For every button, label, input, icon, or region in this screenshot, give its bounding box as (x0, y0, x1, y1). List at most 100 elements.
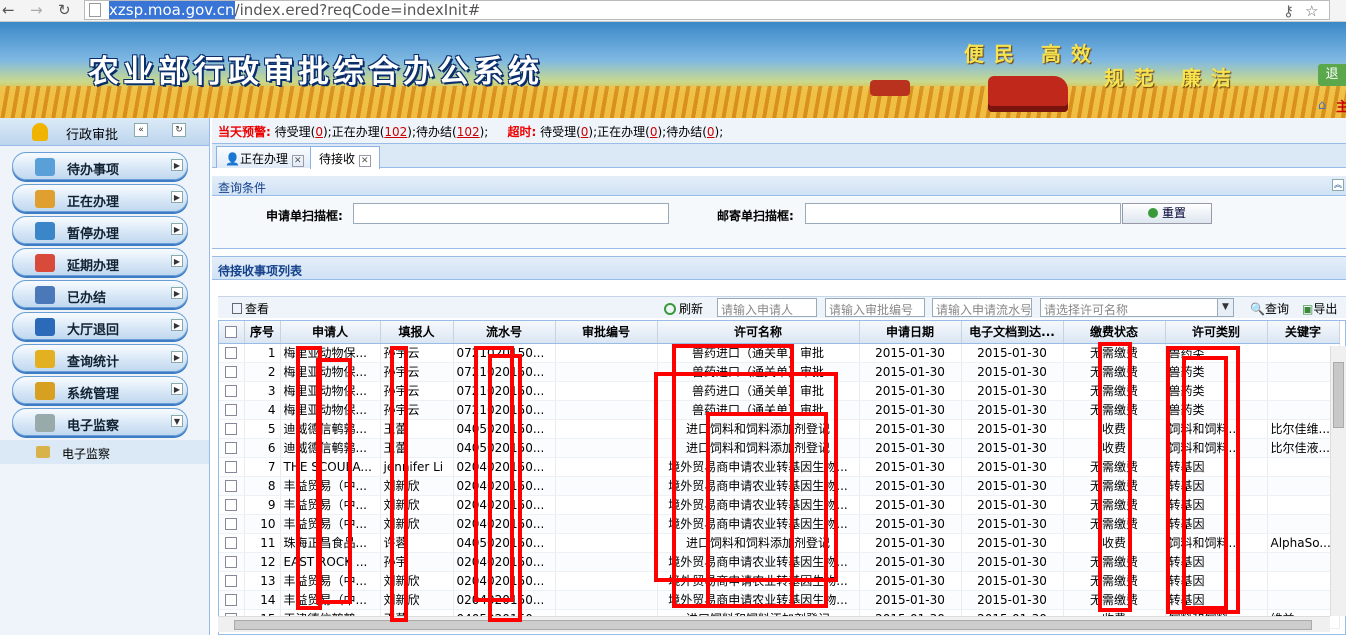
column-header[interactable]: 申请日期 (859, 321, 962, 344)
sidebar-item-done[interactable]: 已办结 ▶ (12, 280, 188, 308)
refresh-button[interactable]: 刷新 (664, 300, 703, 317)
row-checkbox-cell[interactable] (219, 514, 245, 534)
refresh-small-icon[interactable]: ↻ (172, 123, 186, 137)
applicant-search-input[interactable]: 请输入申请人 (717, 298, 817, 317)
column-header[interactable]: 申请人 (280, 321, 381, 344)
forward-arrow-icon[interactable]: → (30, 1, 43, 19)
table-row[interactable]: 8 丰益贸易（中... 刘新欣 0204020150... 境外贸易商申请农业转基因生物… (219, 476, 1340, 496)
checkbox-icon[interactable] (225, 574, 238, 587)
row-checkbox-cell[interactable] (219, 400, 245, 420)
table-row[interactable]: 6 迪威德信鹌鹑... 王蕾 0405020150... 进口饲料和饲料添加剂登记 201… (219, 438, 1340, 458)
checkbox-icon[interactable] (225, 422, 238, 435)
view-button[interactable]: 查看 (232, 300, 269, 317)
row-checkbox-cell[interactable] (219, 457, 245, 477)
table-row[interactable]: 10 丰益贸易（中... 刘新欣 0204020150... 境外贸易商申请农业转基因生… (219, 514, 1340, 534)
table-row[interactable]: 2 梅里亚动物保... 孙宇云 0721020150... 兽药进口（通关单）审批 201… (219, 362, 1340, 382)
bookmark-star-icon[interactable]: ☆ (1305, 2, 1318, 20)
row-checkbox-cell[interactable] (219, 438, 245, 458)
export-button[interactable]: ▣导出 (1302, 300, 1337, 317)
serial-no-search-input[interactable]: 请输入申请流水号 (932, 298, 1032, 317)
checkbox-icon[interactable] (225, 325, 238, 338)
checkbox-icon[interactable] (225, 498, 238, 511)
checkbox-icon[interactable] (225, 555, 238, 568)
reset-button[interactable]: 重置 (1122, 203, 1212, 224)
sidebar-item-paused[interactable]: 暂停办理 ▶ (12, 216, 188, 244)
today-processing-count[interactable]: 102 (384, 125, 407, 139)
overdue-closing-count[interactable]: 0 (707, 125, 715, 139)
collapse-left-icon[interactable]: « (134, 123, 148, 137)
today-closing-count[interactable]: 102 (457, 125, 480, 139)
expand-arrow-icon[interactable]: ▶ (171, 287, 183, 299)
column-header[interactable]: 许可名称 (657, 321, 860, 344)
horizontal-scrollbar[interactable] (218, 616, 1330, 632)
sidebar-item-stats[interactable]: 查询统计 ▶ (12, 344, 188, 372)
checkbox-icon[interactable] (225, 365, 238, 378)
home-link[interactable]: 主 (1336, 96, 1346, 115)
mail-scan-input[interactable] (805, 203, 1121, 224)
column-header[interactable]: 填报人 (380, 321, 454, 344)
expand-arrow-icon[interactable]: ▶ (171, 319, 183, 331)
checkbox-icon[interactable] (225, 460, 238, 473)
row-checkbox-cell[interactable] (219, 552, 245, 572)
home-icon[interactable]: ⌂ (1318, 98, 1332, 113)
column-header[interactable]: 审批编号 (555, 321, 658, 344)
row-checkbox-cell[interactable] (219, 476, 245, 496)
logout-button[interactable]: 退 (1318, 64, 1346, 86)
table-row[interactable]: 14 丰益贸易（中... 刘新欣 0204020150... 境外贸易商申请农业转基因生… (219, 590, 1340, 610)
scroll-thumb[interactable] (1333, 362, 1344, 428)
checkbox-icon[interactable] (225, 403, 238, 416)
select-all-checkbox[interactable] (219, 321, 245, 344)
table-row[interactable]: 12 EAST ROCK ... 孙宇 0204020150... 境外贸易商申请农业转… (219, 552, 1340, 572)
expand-arrow-icon[interactable]: ▶ (171, 159, 183, 171)
row-checkbox-cell[interactable] (219, 343, 245, 363)
close-icon[interactable]: ✕ (359, 155, 371, 167)
expand-arrow-icon[interactable]: ▶ (171, 255, 183, 267)
scroll-thumb[interactable] (234, 620, 1312, 630)
checkbox-icon[interactable] (225, 593, 238, 606)
row-checkbox-cell[interactable] (219, 362, 245, 382)
checkbox-icon[interactable] (225, 441, 238, 454)
row-checkbox-cell[interactable] (219, 571, 245, 591)
tab-processing[interactable]: 👤正在办理 ✕ (216, 146, 313, 168)
chevron-down-icon[interactable]: ▼ (1217, 299, 1233, 316)
sidebar-item-todo[interactable]: 待办事项 ▶ (12, 152, 188, 180)
expand-arrow-icon[interactable]: ▶ (171, 191, 183, 203)
row-checkbox-cell[interactable] (219, 495, 245, 515)
reload-icon[interactable]: ↻ (58, 1, 71, 19)
expand-arrow-icon[interactable]: ▶ (171, 351, 183, 363)
sidebar-item-returned[interactable]: 大厅退回 ▶ (12, 312, 188, 340)
expand-arrow-icon[interactable]: ▶ (171, 383, 183, 395)
collapse-arrow-icon[interactable]: ▼ (171, 415, 183, 427)
table-row[interactable]: 3 梅里亚动物保... 孙宇云 0721020150... 兽药进口（通关单）审批 201… (219, 381, 1340, 401)
checkbox-icon[interactable] (225, 536, 238, 549)
column-header[interactable]: 流水号 (453, 321, 556, 344)
checkbox-icon[interactable] (225, 517, 238, 530)
vertical-scrollbar[interactable] (1330, 346, 1346, 616)
sidebar-item-system[interactable]: 系统管理 ▶ (12, 376, 188, 404)
application-scan-input[interactable] (353, 203, 669, 224)
column-header[interactable]: 关键字 (1267, 321, 1340, 344)
query-button[interactable]: 🔍查询 (1250, 300, 1289, 317)
sidebar-item-monitor[interactable]: 电子监察 ▼ (12, 408, 188, 436)
address-bar[interactable]: xzsp.moa.gov.cn/index.ered?reqCode=index… (84, 0, 1330, 20)
license-name-select[interactable]: 请选择许可名称 ▼ (1040, 298, 1234, 317)
table-row[interactable]: 7 THE SCOULA... jennifer Li 0204020150... 境外… (219, 457, 1340, 477)
table-row[interactable]: 9 丰益贸易（中... 刘新欣 0204020150... 境外贸易商申请农业转基因生物… (219, 495, 1340, 515)
back-arrow-icon[interactable]: ← (2, 1, 15, 19)
column-header[interactable]: 许可类别 (1165, 321, 1268, 344)
close-icon[interactable]: ✕ (291, 155, 304, 167)
checkbox-icon[interactable] (225, 346, 238, 359)
table-row[interactable]: 4 梅里亚动物保... 孙宇云 0721020150... 兽药进口（通关单）审批 201… (219, 400, 1340, 420)
row-checkbox-cell[interactable] (219, 381, 245, 401)
checkbox-icon[interactable] (225, 384, 238, 397)
table-row[interactable]: 13 丰益贸易（中... 刘新欣 0204020150... 境外贸易商申请农业转基因生… (219, 571, 1340, 591)
approval-no-search-input[interactable]: 请输入审批编号 (825, 298, 925, 317)
checkbox-icon[interactable] (225, 479, 238, 492)
row-checkbox-cell[interactable] (219, 590, 245, 610)
sidebar-subitem-monitor[interactable]: 电子监察 (0, 440, 209, 464)
column-header[interactable]: 缴费状态 (1063, 321, 1166, 344)
tab-pending-receive[interactable]: 待接收 ✕ (310, 146, 380, 169)
table-row[interactable]: 5 迪威德信鹌鹑... 王蕾 0405020150... 进口饲料和饲料添加剂登记 201… (219, 419, 1340, 439)
row-checkbox-cell[interactable] (219, 533, 245, 553)
table-row[interactable]: 11 珠海正昌食品... 许蓉 0405020150... 进口饲料和饲料添加剂登记 20… (219, 533, 1340, 553)
